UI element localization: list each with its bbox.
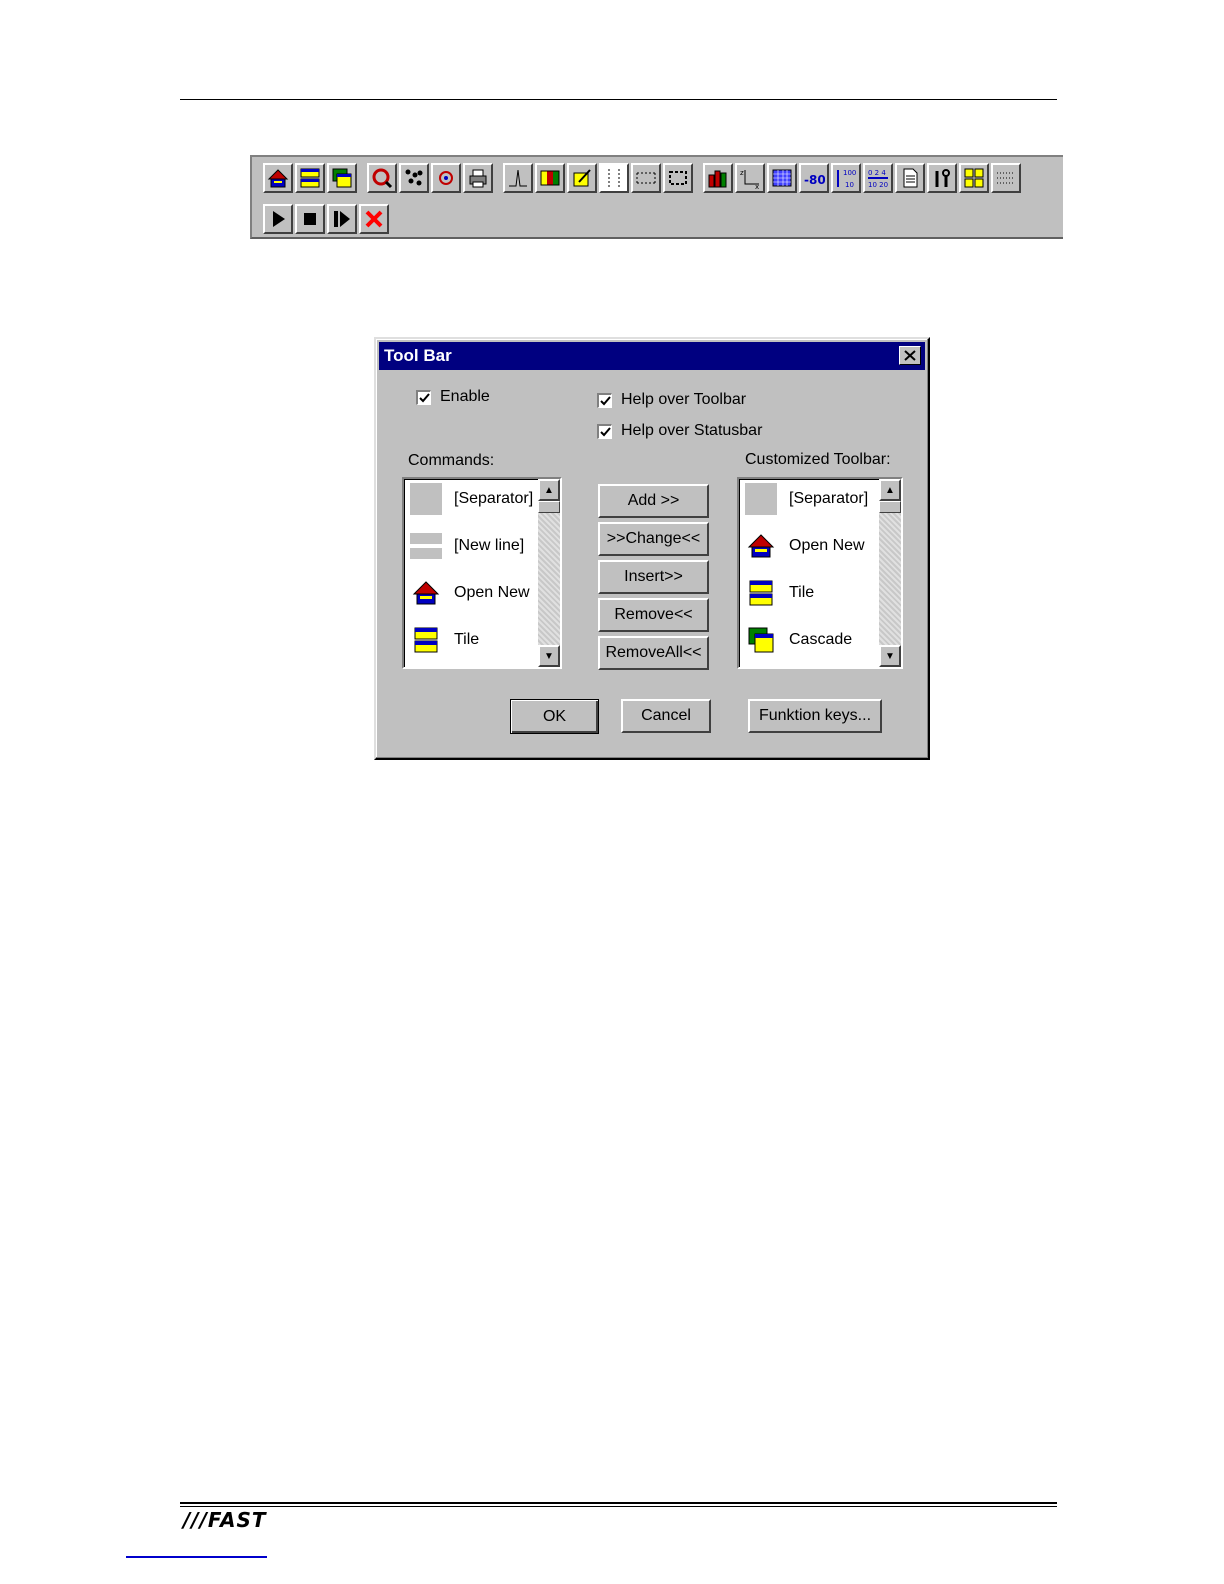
svg-text:10: 10 [845,181,854,189]
open-new-icon [745,530,777,562]
add-button[interactable]: Add >> [598,484,709,518]
svg-text:x: x [755,183,759,189]
cascade-icon [745,624,777,656]
cancel-icon[interactable] [359,204,389,234]
svg-text:10 20: 10 20 [868,181,888,189]
help-statusbar-label: Help over Statusbar [621,422,763,439]
svg-text:100: 100 [843,169,856,177]
ticks-icon[interactable]: 0 2 4 10 20 [863,163,893,193]
tile-icon [745,577,777,609]
play-icon[interactable] [263,204,293,234]
edit-chart-icon[interactable] [567,163,597,193]
step-icon[interactable] [327,204,357,234]
new-line-icon [410,530,442,562]
open-new-icon [410,577,442,609]
customized-listbox[interactable]: [Separator] Open New Tile Cascade ▲ ▼ [737,477,903,669]
separator-icon [410,483,442,515]
list-item[interactable]: Tile [410,622,479,658]
peak-icon[interactable] [503,163,533,193]
layout-grid-icon[interactable] [959,163,989,193]
toolbar-row-1: zx -80 100 10 0 2 4 10 20 [263,161,1023,195]
toolbar: zx -80 100 10 0 2 4 10 20 [250,155,1063,239]
separator-icon [745,483,777,515]
toolbar-row-2 [263,202,391,236]
customized-toolbar-label: Customized Toolbar: [745,451,891,468]
list-item[interactable]: [New line] [410,528,524,564]
zoom-point-icon[interactable] [431,163,461,193]
list-item[interactable]: [Separator] [745,481,868,517]
open-new-icon[interactable] [263,163,293,193]
remove-all-button[interactable]: RemoveAll<< [598,636,709,670]
commands-listbox[interactable]: [Separator] [New line] Open New Tile ▲ ▼ [402,477,562,669]
scroll-down-button[interactable]: ▼ [879,645,901,667]
color-bars-icon[interactable] [535,163,565,193]
tools-icon[interactable] [927,163,957,193]
document-icon[interactable] [895,163,925,193]
footer-rule-thin [180,1506,1057,1507]
list-item[interactable]: Tile [745,575,814,611]
remove-button[interactable]: Remove<< [598,598,709,632]
dialog-title: Tool Bar [384,346,452,365]
dialog-titlebar: Tool Bar [379,342,925,370]
scroll-thumb[interactable] [879,501,901,513]
list-item[interactable]: Open New [745,528,865,564]
grid-fill-icon[interactable] [767,163,797,193]
svg-text:-80: -80 [804,173,825,187]
enable-label: Enable [440,388,490,405]
footer-link-underline [126,1556,267,1558]
list-item[interactable]: Open New [410,575,530,611]
toolbar-dialog: Tool Bar Enable Help over Toolbar Help o… [374,337,930,760]
ok-button[interactable]: OK [510,699,599,734]
axes-icon[interactable]: zx [735,163,765,193]
customized-scrollbar[interactable]: ▲ ▼ [879,479,901,667]
print-icon[interactable] [463,163,493,193]
help-statusbar-checkbox[interactable] [597,424,612,439]
tile-icon[interactable] [295,163,325,193]
dotted-rect-icon[interactable] [663,163,693,193]
help-toolbar-label: Help over Toolbar [621,391,747,408]
cascade-icon[interactable] [327,163,357,193]
list-item[interactable]: Cascade [745,622,852,658]
tile-icon [410,624,442,656]
scatter-icon[interactable] [399,163,429,193]
footer-rule-thick [180,1502,1057,1504]
close-icon [904,350,916,361]
commands-label: Commands: [408,452,495,469]
dotted-lines-icon[interactable] [991,163,1021,193]
dotted-vline-icon[interactable] [599,163,629,193]
close-button[interactable] [899,346,921,365]
fast-logo: ///FAST [183,1508,267,1532]
scale-80-icon[interactable]: -80 [799,163,829,193]
header-rule [180,99,1057,100]
stop-icon[interactable] [295,204,325,234]
svg-text:0 2 4: 0 2 4 [868,169,886,177]
scroll-down-button[interactable]: ▼ [538,645,560,667]
dotted-grid-icon[interactable] [631,163,661,193]
bar-chart-icon[interactable] [703,163,733,193]
help-toolbar-checkbox[interactable] [597,393,612,408]
scroll-thumb[interactable] [538,501,560,513]
scale-100-icon[interactable]: 100 10 [831,163,861,193]
zoom-icon[interactable] [367,163,397,193]
funktion-keys-button[interactable]: Funktion keys... [748,699,882,733]
svg-text:z: z [740,169,744,177]
cancel-button[interactable]: Cancel [621,699,711,733]
commands-scrollbar[interactable]: ▲ ▼ [538,479,560,667]
change-button[interactable]: >>Change<< [598,522,709,556]
enable-checkbox[interactable] [416,390,431,405]
scroll-up-button[interactable]: ▲ [538,479,560,501]
list-item[interactable]: [Separator] [410,481,533,517]
insert-button[interactable]: Insert>> [598,560,709,594]
scroll-up-button[interactable]: ▲ [879,479,901,501]
